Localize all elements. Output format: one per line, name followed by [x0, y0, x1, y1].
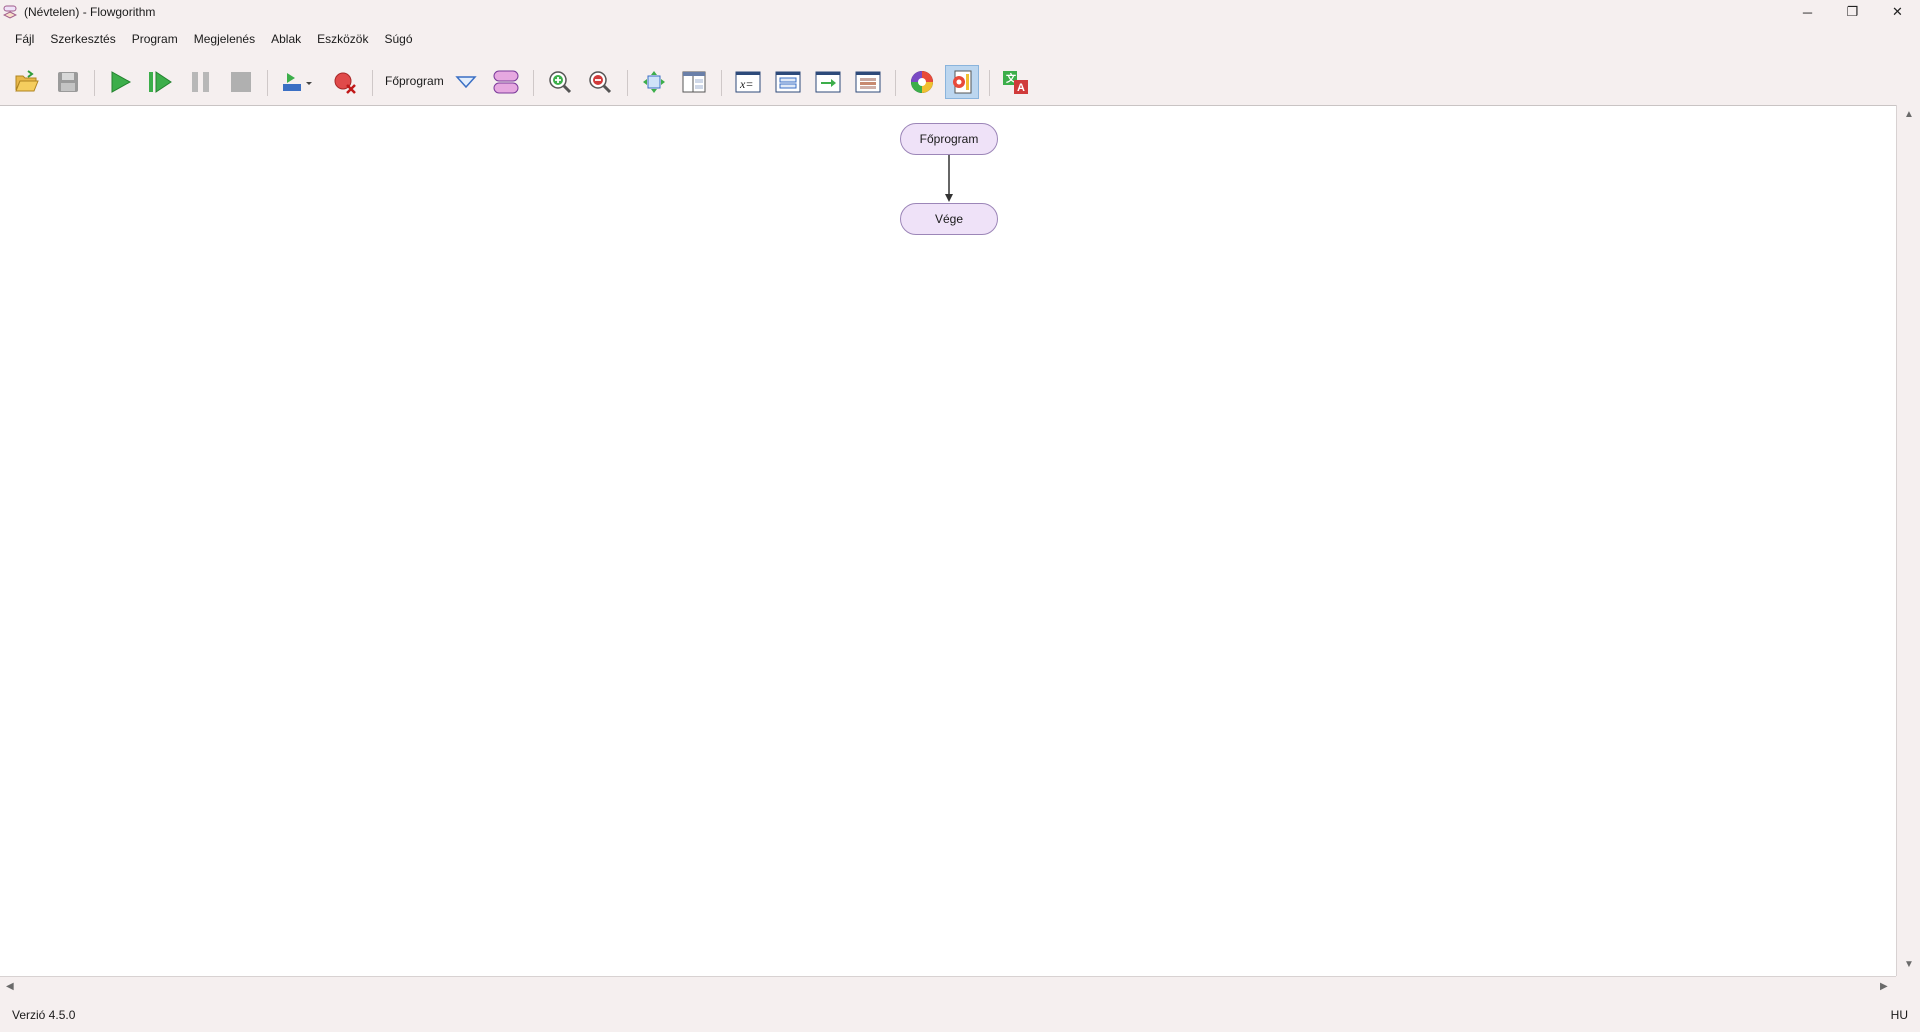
save-button[interactable] [51, 62, 85, 102]
color-theme-button[interactable] [905, 62, 939, 102]
horizontal-scrollbar[interactable]: ◀ ▶ [0, 976, 1896, 998]
function-dropdown-button[interactable] [449, 62, 483, 102]
scroll-down-icon[interactable]: ▼ [1904, 959, 1914, 970]
menu-sugo[interactable]: Súgó [376, 29, 420, 49]
toolbar-separator [267, 70, 268, 96]
zoom-in-button[interactable] [543, 62, 577, 102]
status-bar: Verzió 4.5.0 HU [0, 998, 1920, 1032]
layout-style-icon [953, 70, 972, 94]
stop-icon [231, 72, 251, 92]
version-label: Verzió 4.5.0 [12, 1008, 76, 1022]
translate-icon: 文 A [1003, 71, 1028, 94]
toolbar-separator [372, 70, 373, 96]
menu-fajl[interactable]: Fájl [7, 29, 42, 49]
run-button[interactable] [103, 62, 137, 102]
step-icon [149, 71, 172, 93]
scroll-right-icon[interactable]: ▶ [1880, 981, 1888, 992]
function-dropdown-icon [455, 76, 477, 89]
scrollbar-corner [1896, 976, 1920, 998]
color-theme-icon [911, 71, 933, 93]
menu-megjelenes[interactable]: Megjelenés [186, 29, 263, 49]
start-node[interactable]: Főprogram [900, 123, 998, 155]
toolbar-separator [94, 70, 95, 96]
toolbar-separator [895, 70, 896, 96]
source-window-button[interactable] [771, 62, 805, 102]
run-icon [111, 71, 132, 93]
svg-text:x=: x= [739, 77, 753, 91]
menu-ablak[interactable]: Ablak [263, 29, 309, 49]
console-window-icon [815, 71, 841, 93]
fit-layout-button[interactable] [637, 62, 671, 102]
zoom-out-button[interactable] [583, 62, 617, 102]
zoom-in-icon [549, 71, 572, 94]
toolbar: Főprogram x= 文 A [0, 62, 1920, 102]
open-button[interactable] [10, 62, 44, 102]
fit-layout-icon [643, 71, 665, 93]
minimize-button[interactable]: ─ [1785, 0, 1830, 24]
variables-window-button[interactable]: x= [731, 62, 765, 102]
menu-szerkesztes[interactable]: Szerkesztés [42, 29, 123, 49]
toolbar-separator [627, 70, 628, 96]
function-selector-label[interactable]: Főprogram [385, 74, 444, 88]
source-window-icon [775, 71, 801, 93]
menu-bar: Fájl Szerkesztés Program Megjelenés Abla… [0, 28, 421, 50]
split-layout-icon [682, 71, 706, 93]
translate-button[interactable]: 文 A [999, 62, 1033, 102]
toolbar-separator [533, 70, 534, 96]
clear-breakpoint-icon [334, 72, 356, 94]
window-title: (Névtelen) - Flowgorithm [24, 5, 156, 19]
vertical-scrollbar[interactable]: ▲ ▼ [1896, 105, 1920, 976]
svg-text:A: A [1017, 82, 1025, 94]
flowchart-canvas[interactable]: Főprogram Vége [0, 105, 1896, 976]
watch-dropdown-button[interactable] [279, 62, 313, 102]
chart-window-icon [855, 71, 881, 93]
toolbar-separator [721, 70, 722, 96]
scroll-up-icon[interactable]: ▲ [1904, 109, 1914, 120]
restore-button[interactable]: ❐ [1830, 0, 1875, 24]
window-controls: ─ ❐ ✕ [1785, 0, 1920, 24]
flowgorithm-app-icon [3, 5, 17, 19]
console-window-button[interactable] [811, 62, 845, 102]
menu-program[interactable]: Program [124, 29, 186, 49]
add-function-button[interactable] [489, 62, 523, 102]
clear-breakpoints-button[interactable] [328, 62, 362, 102]
pause-button[interactable] [184, 62, 218, 102]
flow-connector[interactable] [944, 155, 954, 203]
add-function-icon [493, 70, 519, 94]
save-icon [58, 72, 78, 92]
end-node[interactable]: Vége [900, 203, 998, 235]
split-layout-button[interactable] [677, 62, 711, 102]
zoom-out-icon [589, 71, 612, 94]
watch-dropdown-icon [283, 73, 312, 91]
pause-icon [192, 72, 209, 92]
close-button[interactable]: ✕ [1875, 0, 1920, 24]
variables-window-icon: x= [735, 71, 761, 93]
menu-eszkozok[interactable]: Eszközök [309, 29, 376, 49]
chart-window-button[interactable] [851, 62, 885, 102]
toolbar-separator [989, 70, 990, 96]
step-button[interactable] [143, 62, 177, 102]
scroll-left-icon[interactable]: ◀ [6, 981, 14, 992]
title-bar: (Névtelen) - Flowgorithm ─ ❐ ✕ [0, 0, 1920, 24]
layout-style-button[interactable] [945, 65, 979, 99]
open-folder-icon [15, 70, 39, 92]
stop-button[interactable] [224, 62, 258, 102]
language-label[interactable]: HU [1891, 1008, 1908, 1022]
